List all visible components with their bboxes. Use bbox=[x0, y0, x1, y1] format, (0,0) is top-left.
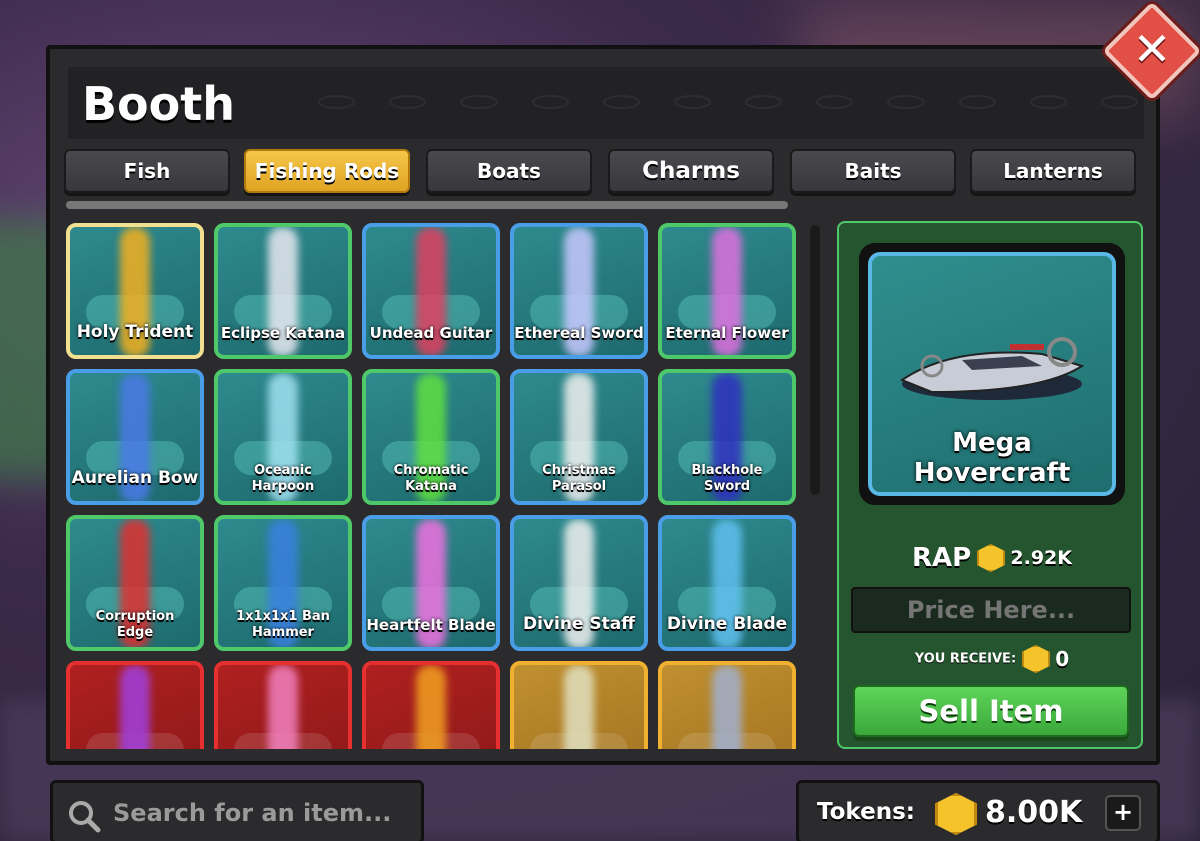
item-slot[interactable]: Christmas Parasol bbox=[510, 369, 648, 505]
tab-lanterns[interactable]: Lanterns bbox=[970, 149, 1136, 193]
tokens-value: 8.00K bbox=[985, 795, 1083, 830]
category-tabs: Fish Fishing Rods Boats Charms Baits Lan… bbox=[64, 149, 1140, 195]
item-slot[interactable]: Eternal Flower bbox=[658, 223, 796, 359]
rap-label: RAP bbox=[912, 543, 972, 573]
item-image bbox=[416, 665, 446, 749]
item-name: 1x1x1x1 Ban Hammer bbox=[236, 609, 330, 640]
search-input[interactable]: Search for an item... bbox=[113, 799, 391, 827]
item-image bbox=[120, 665, 150, 749]
grid-scrollbar[interactable] bbox=[810, 225, 820, 495]
item-slot[interactable] bbox=[362, 661, 500, 749]
item-slot[interactable]: 1x1x1x1 Ban Hammer bbox=[214, 515, 352, 651]
item-slot[interactable]: Holy Trident bbox=[66, 223, 204, 359]
item-slot[interactable]: Aurelian Bow bbox=[66, 369, 204, 505]
item-image bbox=[712, 665, 742, 749]
item-slot[interactable] bbox=[214, 661, 352, 749]
token-coin-icon bbox=[935, 793, 977, 835]
page-title: Booth bbox=[82, 77, 236, 131]
sell-item-button[interactable]: Sell Item bbox=[853, 685, 1129, 737]
receive-value: 0 bbox=[1055, 647, 1070, 671]
title-bar: Booth bbox=[68, 67, 1144, 139]
tab-charms[interactable]: Charms bbox=[608, 149, 774, 193]
tab-fishing-rods[interactable]: Fishing Rods bbox=[244, 149, 410, 193]
receive-label: YOU RECEIVE: bbox=[914, 651, 1017, 667]
item-slot[interactable]: Divine Blade bbox=[658, 515, 796, 651]
item-name: Undead Guitar bbox=[369, 324, 493, 342]
item-image bbox=[564, 665, 594, 749]
item-slot[interactable]: Corruption Edge bbox=[66, 515, 204, 651]
item-name: Heartfelt Blade bbox=[366, 616, 496, 634]
item-slot[interactable] bbox=[510, 661, 648, 749]
item-slot[interactable]: Oceanic Harpoon bbox=[214, 369, 352, 505]
booth-panel: Booth Fish Fishing Rods Boats Charms Bai… bbox=[46, 45, 1160, 765]
tab-boats[interactable]: Boats bbox=[426, 149, 592, 193]
item-name: Divine Staff bbox=[522, 614, 635, 634]
coin-icon bbox=[1021, 645, 1050, 673]
item-name: Divine Blade bbox=[666, 614, 788, 634]
item-slot[interactable]: Ethereal Sword bbox=[510, 223, 648, 359]
item-name: Oceanic Harpoon bbox=[251, 463, 315, 494]
item-grid: Holy Trident Eclipse Katana Undead Guitar E… bbox=[66, 223, 806, 749]
tab-fish[interactable]: Fish bbox=[64, 149, 230, 193]
item-name: Aurelian Bow bbox=[71, 468, 199, 488]
item-image bbox=[268, 665, 298, 749]
price-input[interactable] bbox=[851, 587, 1131, 633]
item-name: Corruption Edge bbox=[95, 609, 175, 640]
item-slot[interactable]: Heartfelt Blade bbox=[362, 515, 500, 651]
tab-baits[interactable]: Baits bbox=[790, 149, 956, 193]
receive-row: YOU RECEIVE: 0 bbox=[839, 645, 1145, 673]
item-detail-panel: Mega Hovercraft RAP 2.92K YOU RECEIVE: 0… bbox=[837, 221, 1143, 749]
item-name: Ethereal Sword bbox=[514, 324, 644, 342]
rap-row: RAP 2.92K bbox=[839, 543, 1145, 573]
item-name: Holy Trident bbox=[76, 322, 194, 342]
rap-value: 2.92K bbox=[1010, 547, 1072, 569]
tokens-display: Tokens: 8.00K + bbox=[796, 780, 1160, 841]
add-tokens-button[interactable]: + bbox=[1105, 795, 1141, 831]
item-preview: Mega Hovercraft bbox=[859, 243, 1125, 505]
coin-icon bbox=[976, 544, 1005, 572]
item-name: Eclipse Katana bbox=[220, 324, 346, 342]
item-slot[interactable] bbox=[658, 661, 796, 749]
item-slot[interactable]: Blackhole Sword bbox=[658, 369, 796, 505]
item-slot[interactable]: Divine Staff bbox=[510, 515, 648, 651]
item-slot[interactable]: Undead Guitar bbox=[362, 223, 500, 359]
item-name: Christmas Parasol bbox=[542, 463, 616, 494]
item-slot[interactable] bbox=[66, 661, 204, 749]
item-name: Blackhole Sword bbox=[691, 463, 763, 494]
close-icon[interactable]: ✕ bbox=[1117, 14, 1187, 84]
title-decoration bbox=[318, 95, 1139, 115]
item-slot[interactable]: Chromatic Katana bbox=[362, 369, 500, 505]
search-bar[interactable]: Search for an item... bbox=[50, 780, 424, 841]
hovercraft-image bbox=[899, 337, 1085, 400]
item-name: Eternal Flower bbox=[665, 324, 789, 342]
search-icon bbox=[69, 801, 101, 833]
item-name: Chromatic Katana bbox=[393, 463, 469, 494]
tokens-label: Tokens: bbox=[817, 799, 915, 825]
item-slot[interactable]: Eclipse Katana bbox=[214, 223, 352, 359]
tabs-scrollbar[interactable] bbox=[66, 201, 788, 209]
selected-item-name: Mega Hovercraft bbox=[913, 428, 1071, 488]
